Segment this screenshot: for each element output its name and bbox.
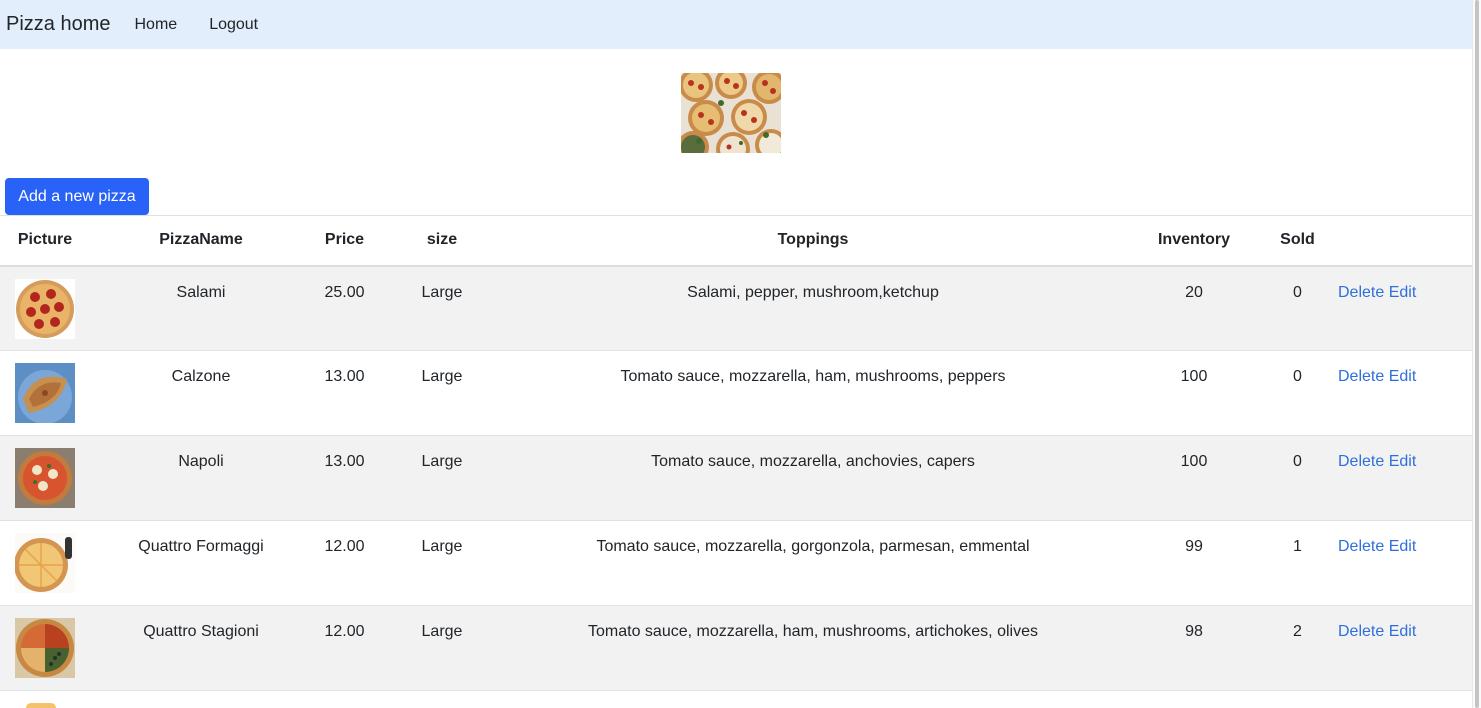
pizza-name: Salami [90,265,312,351]
delete-link[interactable]: Delete [1338,623,1384,640]
pizza-size: Large [377,350,507,436]
pizza-picture-cell [0,520,90,606]
pizza-inventory: 100 [1119,435,1269,521]
pizza-toppings: Tomato sauce, mozzarella, ham, mushrooms… [507,605,1119,691]
navbar: Pizza home Home Logout [0,0,1472,49]
table-row: Quattro Stagioni 12.00 Large Tomato sauc… [0,605,1472,691]
table-row: Napoli 13.00 Large Tomato sauce, mozzare… [0,435,1472,521]
pizza-picture-cell [0,350,90,436]
pizza-price: 25.00 [312,265,377,351]
pizza-sold: 0 [1269,350,1326,436]
scrollbar-thumb[interactable] [1475,0,1479,708]
napoli-pizza-image [15,448,75,508]
quattro-stagioni-pizza-image [15,618,75,678]
add-pizza-button[interactable]: Add a new pizza [5,178,149,215]
table-row: Calzone 13.00 Large Tomato sauce, mozzar… [0,350,1472,436]
header-inventory: Inventory [1119,215,1269,267]
pizza-toppings: Tomato sauce, mozzarella, gorgonzola, pa… [507,520,1119,606]
pizza-picture-cell [0,605,90,691]
edit-link[interactable]: Edit [1389,623,1417,640]
header-pizzaname: PizzaName [90,215,312,267]
edit-link[interactable]: Edit [1389,284,1417,301]
pizza-inventory: 20 [1119,265,1269,351]
actions-cell: Delete Edit [1326,605,1472,691]
pizza-sold: 2 [1269,605,1326,691]
nav-logout-link[interactable]: Logout [209,16,258,34]
pizza-inventory: 99 [1119,520,1269,606]
brand-link[interactable]: Pizza home [6,13,111,36]
pizza-name: Quattro Formaggi [90,520,312,606]
pizza-price: 12.00 [312,520,377,606]
pizza-toppings: Tomato sauce, mozzarella, ham, mushrooms… [507,350,1119,436]
actions-cell: Delete Edit [1326,435,1472,521]
delete-link[interactable]: Delete [1338,453,1384,470]
pizza-sold: 0 [1269,265,1326,351]
pizza-toppings: Salami, pepper, mushroom,ketchup [507,265,1119,351]
edit-link[interactable]: Edit [1389,368,1417,385]
pizza-name: Quattro Stagioni [90,605,312,691]
delete-link[interactable]: Delete [1338,284,1384,301]
pizza-picture-cell [0,265,90,351]
delete-link[interactable]: Delete [1338,368,1384,385]
hero-pizza-image [681,73,781,153]
header-price: Price [312,215,377,267]
pizza-sold: 1 [1269,520,1326,606]
header-picture: Picture [0,215,90,267]
pizza-table: Picture PizzaName Price size Toppings In… [0,215,1472,691]
salami-pizza-image [15,278,75,339]
quattro-formaggi-pizza-image [15,533,75,593]
pizza-sold: 0 [1269,435,1326,521]
pizza-size: Large [377,605,507,691]
header-size: size [377,215,507,267]
header-sold: Sold [1269,215,1326,267]
edit-link[interactable]: Edit [1389,538,1417,555]
pizza-price: 13.00 [312,350,377,436]
edit-link[interactable]: Edit [1389,453,1417,470]
pizza-price: 13.00 [312,435,377,521]
header-actions [1326,215,1472,267]
vertical-scrollbar[interactable] [1472,0,1481,708]
pizza-inventory: 100 [1119,350,1269,436]
actions-cell: Delete Edit [1326,520,1472,606]
actions-cell: Delete Edit [1326,265,1472,351]
header-toppings: Toppings [507,215,1119,267]
nav-home-link[interactable]: Home [135,16,178,34]
pizza-size: Large [377,520,507,606]
pizza-price: 12.00 [312,605,377,691]
pizza-size: Large [377,435,507,521]
delete-link[interactable]: Delete [1338,538,1384,555]
actions-cell: Delete Edit [1326,350,1472,436]
pizza-picture-cell [0,435,90,521]
pizza-toppings: Tomato sauce, mozzarella, anchovies, cap… [507,435,1119,521]
pizza-name: Calzone [90,350,312,436]
table-row: Quattro Formaggi 12.00 Large Tomato sauc… [0,520,1472,606]
table-row: Salami 25.00 Large Salami, pepper, mushr… [0,265,1472,351]
pizza-inventory: 98 [1119,605,1269,691]
pizza-name: Napoli [90,435,312,521]
table-header-row: Picture PizzaName Price size Toppings In… [0,215,1472,267]
next-row-pizza-image-partial [26,703,56,708]
calzone-pizza-image [15,363,75,423]
pizza-size: Large [377,265,507,351]
